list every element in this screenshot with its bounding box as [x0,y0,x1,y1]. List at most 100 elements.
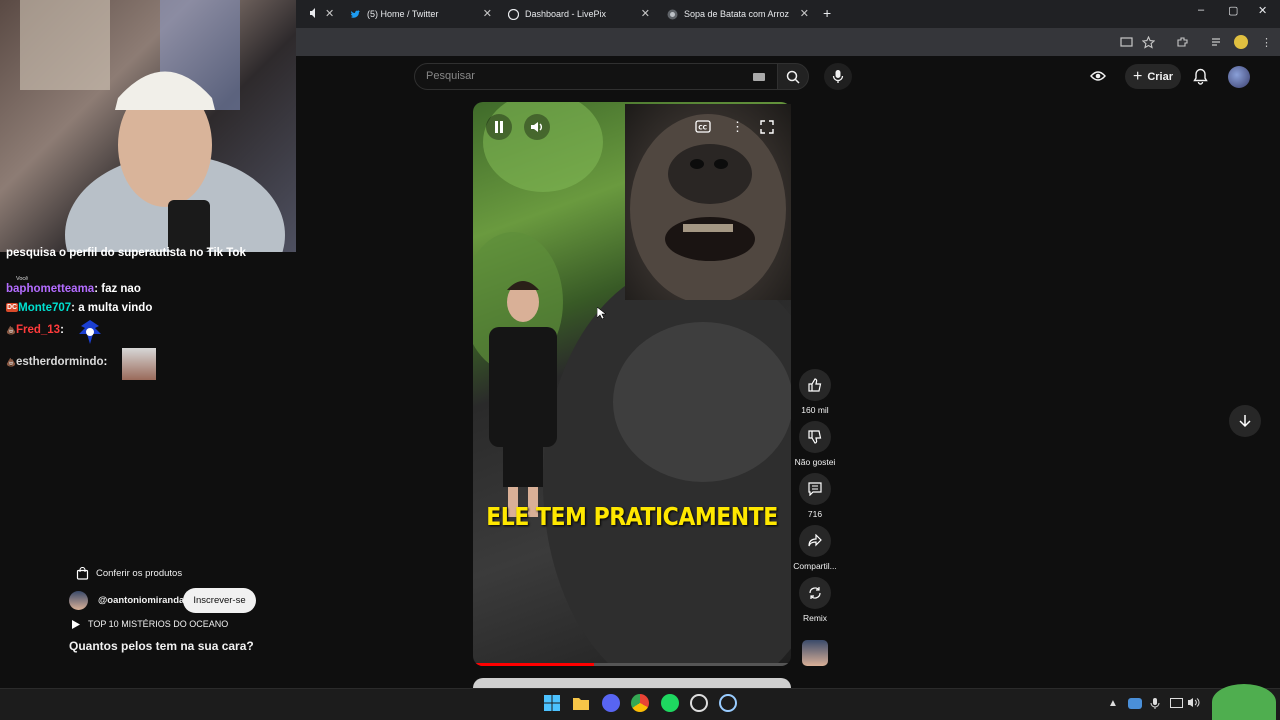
search-icon [786,70,800,84]
chat-message: 💩Fred_13: [6,324,64,336]
minimize-button[interactable]: – [1198,4,1204,16]
chat-username[interactable]: Fred_13 [16,324,60,336]
chat-username[interactable]: Monte707 [18,302,71,314]
tab-twitter[interactable]: (5) Home / Twitter ✕ [344,2,498,26]
svg-text:CC: CC [698,125,707,132]
tab-sopa[interactable]: Sopa de Batata com Arroz ✕ [661,2,815,26]
chat-username[interactable]: estherdormindo [16,356,104,368]
tab-close-icon[interactable]: ✕ [325,7,334,20]
maximize-button[interactable]: ▢ [1228,4,1238,17]
pause-button[interactable] [486,114,512,140]
arrow-down-icon [1239,414,1251,428]
thumbs-down-icon [808,430,822,444]
video-title[interactable]: Quantos pelos tem na sua cara? [69,639,254,653]
notifications-bell-icon[interactable] [1193,68,1208,85]
create-label: Criar [1147,70,1174,83]
more-options-icon[interactable]: ⋮ [731,119,744,135]
products-label: Conferir os produtos [96,567,183,579]
tab-close-icon[interactable]: ✕ [483,7,492,20]
chat-text: a multa vindo [78,302,153,314]
discord-icon[interactable] [602,694,620,712]
dislike-button[interactable] [799,421,831,453]
sound-thumbnail[interactable] [802,640,828,666]
chat-badge: DC [6,303,19,313]
cast-icon[interactable] [1120,36,1133,49]
comment-count: 716 [807,509,823,519]
captions-icon[interactable]: CC [695,120,711,133]
share-label: Compartil... [793,561,837,571]
remix-label: Remix [802,613,828,623]
products-chip[interactable]: Conferir os produtos [69,562,191,584]
chrome-menu-icon[interactable]: ⋮ [1261,36,1272,49]
spotify-icon[interactable] [661,694,679,712]
search-button[interactable] [777,63,809,90]
eye-icon[interactable] [1090,70,1106,82]
twitter-icon [350,9,361,20]
search-input[interactable]: Pesquisar [414,63,778,90]
new-tab-button[interactable]: + [823,5,831,21]
keyboard-icon[interactable] [753,73,765,81]
remix-icon [808,586,822,600]
chat-separator: : [94,283,99,295]
ccleaner-icon[interactable] [719,694,737,712]
file-explorer-icon[interactable] [572,694,590,712]
subscribe-button[interactable]: Inscrever-se [183,588,256,613]
pause-icon [494,121,504,133]
tray-cloud-icon[interactable] [1128,698,1142,709]
chat-badge: 💩 [6,358,16,367]
extensions-icon[interactable] [1176,36,1189,49]
volume-icon [530,121,544,133]
chat-emote-sonic [77,318,103,346]
chat-separator: : [60,324,64,336]
tab-livepix[interactable]: Dashboard - LivePix ✕ [502,2,656,26]
tray-volume-icon[interactable] [1187,697,1200,708]
tray-mic-icon[interactable] [1150,697,1160,710]
share-icon [808,534,822,548]
audio-playing-icon[interactable] [309,7,319,19]
microphone-icon [832,69,844,84]
chat-message: 💩estherdormindo: [6,356,107,368]
channel-avatar[interactable] [69,591,88,610]
playlist-label[interactable]: TOP 10 MISTÉRIOS DO OCEANO [88,619,228,629]
tray-expand-icon[interactable]: ▲ [1108,698,1118,709]
chat-separator: : [71,302,76,314]
tab-title: (5) Home / Twitter [367,9,439,19]
fullscreen-icon[interactable] [760,120,774,134]
video-progress-track[interactable] [473,663,791,666]
create-button[interactable]: + Criar [1125,64,1181,89]
chat-pinned-message: pesquisa o perfil do superautista no Tik… [6,247,256,259]
share-button[interactable] [799,525,831,557]
pepe-emote-icon [1212,684,1276,720]
chat-badge: 💩 [6,326,16,335]
app-icon[interactable] [690,694,708,712]
close-window-button[interactable]: ✕ [1258,4,1267,17]
volume-button[interactable] [524,114,550,140]
profile-avatar[interactable] [1234,35,1248,49]
thumbs-up-icon [808,378,822,392]
media-controls-icon[interactable] [1211,36,1224,49]
chat-pinned-text: pesquisa o perfil do superautista no Tik… [6,247,246,259]
livepix-icon [508,8,519,20]
chrome-icon[interactable] [631,694,649,712]
bookmark-star-icon[interactable] [1142,36,1155,49]
channel-name[interactable]: @oantoniomiranda [98,595,184,606]
dislike-label: Não gostei [794,457,836,467]
comments-button[interactable] [799,473,831,505]
next-video-button[interactable] [1229,405,1261,437]
shopping-bag-icon [76,566,89,580]
tab-close-icon[interactable]: ✕ [800,7,809,20]
tab-close-icon[interactable]: ✕ [641,7,650,20]
chat-message: DCMonte707: a multa vindo [6,302,152,314]
windows-start-icon[interactable] [543,694,561,712]
like-button[interactable] [799,369,831,401]
chat-username[interactable]: baphometteama [6,283,94,295]
tab-title: Sopa de Batata com Arroz [684,9,790,19]
play-icon [71,619,81,630]
voice-search-button[interactable] [824,63,852,90]
like-count: 160 mil [801,405,829,415]
youtube-avatar[interactable] [1228,66,1250,88]
remix-button[interactable] [799,577,831,609]
chat-message: baphometteama: faz nao [6,283,141,295]
chat-emote-face [122,348,156,380]
tray-display-icon[interactable] [1170,698,1183,708]
